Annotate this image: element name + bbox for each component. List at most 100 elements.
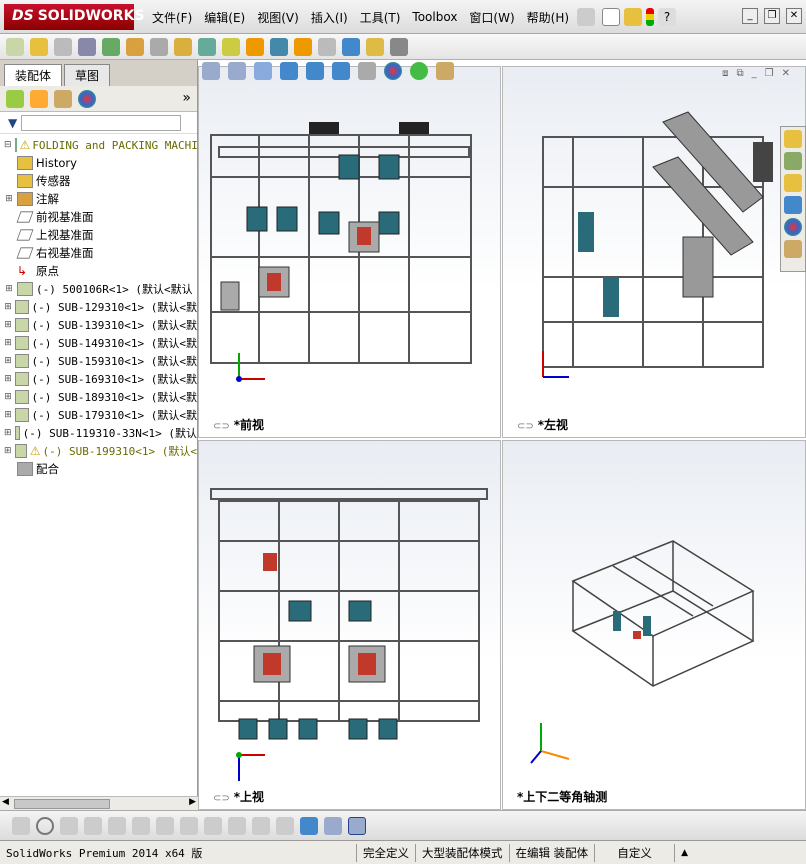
pushpin-icon[interactable]: [577, 8, 596, 26]
paperclip-icon[interactable]: [54, 37, 72, 56]
expand-toggle[interactable]: ⊞: [4, 446, 12, 456]
expand-toggle[interactable]: ⊞: [4, 374, 12, 384]
scroll-left-icon[interactable]: ◀: [2, 797, 9, 807]
interference-detection-icon[interactable]: [246, 37, 264, 56]
offset-icon[interactable]: [180, 816, 198, 835]
section-view-icon[interactable]: [280, 62, 298, 80]
feature-manager-tree-icon[interactable]: [6, 89, 24, 108]
assembly-icon[interactable]: [6, 37, 24, 56]
window-layout-icon[interactable]: [324, 816, 342, 835]
home-icon[interactable]: [784, 130, 802, 148]
viewport-isometric[interactable]: *上下二等角轴测: [502, 440, 806, 810]
help-icon[interactable]: ?: [658, 8, 676, 26]
open-folder-icon[interactable]: [624, 8, 642, 26]
tree-item[interactable]: 配合: [0, 460, 197, 478]
arc-icon[interactable]: [132, 816, 150, 835]
view-palette-icon[interactable]: [784, 196, 802, 214]
new-document-icon[interactable]: [602, 8, 620, 26]
tree-item[interactable]: ⊞ (-) SUB-169310<1> (默认<默: [0, 370, 197, 388]
expand-toggle[interactable]: ⊞: [4, 338, 12, 348]
expand-toggle[interactable]: ⊞: [4, 356, 12, 366]
zoom-to-area-icon[interactable]: [228, 62, 246, 80]
horizontal-scrollbar[interactable]: ◀ ▶: [0, 796, 198, 810]
tree-item[interactable]: ⊞ (-) SUB-129310<1> (默认<默: [0, 298, 197, 316]
menu-view[interactable]: 视图(V): [251, 9, 305, 26]
scrollbar-thumb[interactable]: [14, 799, 110, 809]
tree-item[interactable]: History: [0, 154, 197, 172]
snapshot-icon[interactable]: [390, 37, 408, 56]
pattern-icon[interactable]: [102, 37, 120, 56]
minimize-button[interactable]: _: [742, 8, 758, 24]
tree-item[interactable]: ⊞ 注解: [0, 190, 197, 208]
view-settings-icon[interactable]: [436, 62, 454, 80]
tree-item[interactable]: ⊞ (-) SUB-159310<1> (默认<默: [0, 352, 197, 370]
display-style-icon[interactable]: [332, 62, 350, 80]
solidworks-logo[interactable]: DS SOLIDWORKS: [4, 4, 145, 30]
line-icon[interactable]: [60, 816, 78, 835]
tree-item[interactable]: ⊞ (-) SUB-119310-33N<1> (默认: [0, 424, 197, 442]
design-library-icon[interactable]: [784, 152, 802, 170]
circle-icon[interactable]: [36, 816, 54, 835]
minimize-viewport-icon[interactable]: _: [752, 68, 757, 79]
tree-item[interactable]: 右视基准面: [0, 244, 197, 262]
tree-item[interactable]: ⊞ (-) SUB-179310<1> (默认<默: [0, 406, 197, 424]
expand-toggle[interactable]: ⊞: [4, 284, 14, 294]
bill-of-materials-icon[interactable]: [270, 37, 288, 56]
polygon-icon[interactable]: [84, 816, 102, 835]
reference-geometry-icon[interactable]: [222, 37, 240, 56]
viewport-layout-icon[interactable]: ⧉: [737, 68, 744, 79]
rotate-component-icon[interactable]: [150, 37, 168, 56]
edit-appearance-icon[interactable]: [384, 62, 402, 80]
tab-sketch[interactable]: 草图: [64, 64, 111, 86]
filter-input[interactable]: [21, 114, 182, 131]
menu-file[interactable]: 文件(F): [146, 9, 198, 26]
hide-show-items-icon[interactable]: [358, 62, 376, 80]
insert-component-icon[interactable]: [30, 37, 48, 56]
new-motion-study-icon[interactable]: [294, 37, 312, 56]
menu-help[interactable]: 帮助(H): [521, 9, 575, 26]
tree-item[interactable]: 前视基准面: [0, 208, 197, 226]
tab-assembly[interactable]: 装配体: [4, 64, 63, 86]
viewport-left[interactable]: ⊂⊃ *左视: [502, 66, 806, 438]
previous-view-icon[interactable]: [254, 62, 272, 80]
explode-view-icon[interactable]: [198, 37, 216, 56]
measure-icon[interactable]: [342, 37, 360, 56]
assembly-visualization-icon[interactable]: [318, 37, 336, 56]
tree-item[interactable]: ⊞ ⚠ (-) SUB-199310<1> (默认<: [0, 442, 197, 460]
configuration-manager-icon[interactable]: [54, 89, 72, 108]
expand-toggle[interactable]: ⊞: [4, 392, 12, 402]
smart-fasteners-icon[interactable]: [174, 37, 192, 56]
link-views-icon[interactable]: ⧈: [722, 68, 728, 79]
expand-toggle[interactable]: ⊞: [4, 194, 14, 204]
expand-toggle[interactable]: ⊞: [4, 302, 12, 312]
appearances-icon[interactable]: [784, 218, 802, 236]
tree-item[interactable]: ⊞ (-) 500106R<1> (默认<默认: [0, 280, 197, 298]
close-button[interactable]: ✕: [786, 8, 802, 24]
viewport-top[interactable]: ⊂⊃ *上视: [198, 440, 501, 810]
filter-icon[interactable]: ▼: [8, 116, 17, 130]
grid-icon[interactable]: [252, 816, 270, 835]
expand-toggle[interactable]: ⊟: [4, 140, 12, 150]
units-selector[interactable]: 自定义: [594, 843, 674, 862]
view-orientation-icon[interactable]: [306, 62, 324, 80]
tree-item[interactable]: ⊞ (-) SUB-189310<1> (默认<默: [0, 388, 197, 406]
menu-window[interactable]: 窗口(W): [463, 9, 520, 26]
mate-icon[interactable]: [78, 37, 96, 56]
move-component-icon[interactable]: [126, 37, 144, 56]
property-manager-icon[interactable]: [30, 89, 48, 108]
point-icon[interactable]: [12, 816, 30, 835]
traffic-light-icon[interactable]: [646, 8, 654, 26]
fillet-icon[interactable]: [204, 816, 222, 835]
expand-toggle[interactable]: ⊞: [4, 320, 12, 330]
restore-viewport-icon[interactable]: ❐: [765, 68, 774, 79]
expand-panel-icon[interactable]: »: [182, 90, 191, 106]
apply-scene-icon[interactable]: [410, 62, 428, 80]
file-explorer-icon[interactable]: [784, 174, 802, 192]
tree-item[interactable]: 传感器: [0, 172, 197, 190]
mirror-icon[interactable]: [156, 816, 174, 835]
trim-icon[interactable]: [108, 816, 126, 835]
menu-insert[interactable]: 插入(I): [305, 9, 354, 26]
close-viewport-icon[interactable]: ✕: [782, 68, 790, 79]
3d-box-icon[interactable]: [300, 816, 318, 835]
viewport-front[interactable]: ⊂⊃ *前视: [198, 66, 501, 438]
